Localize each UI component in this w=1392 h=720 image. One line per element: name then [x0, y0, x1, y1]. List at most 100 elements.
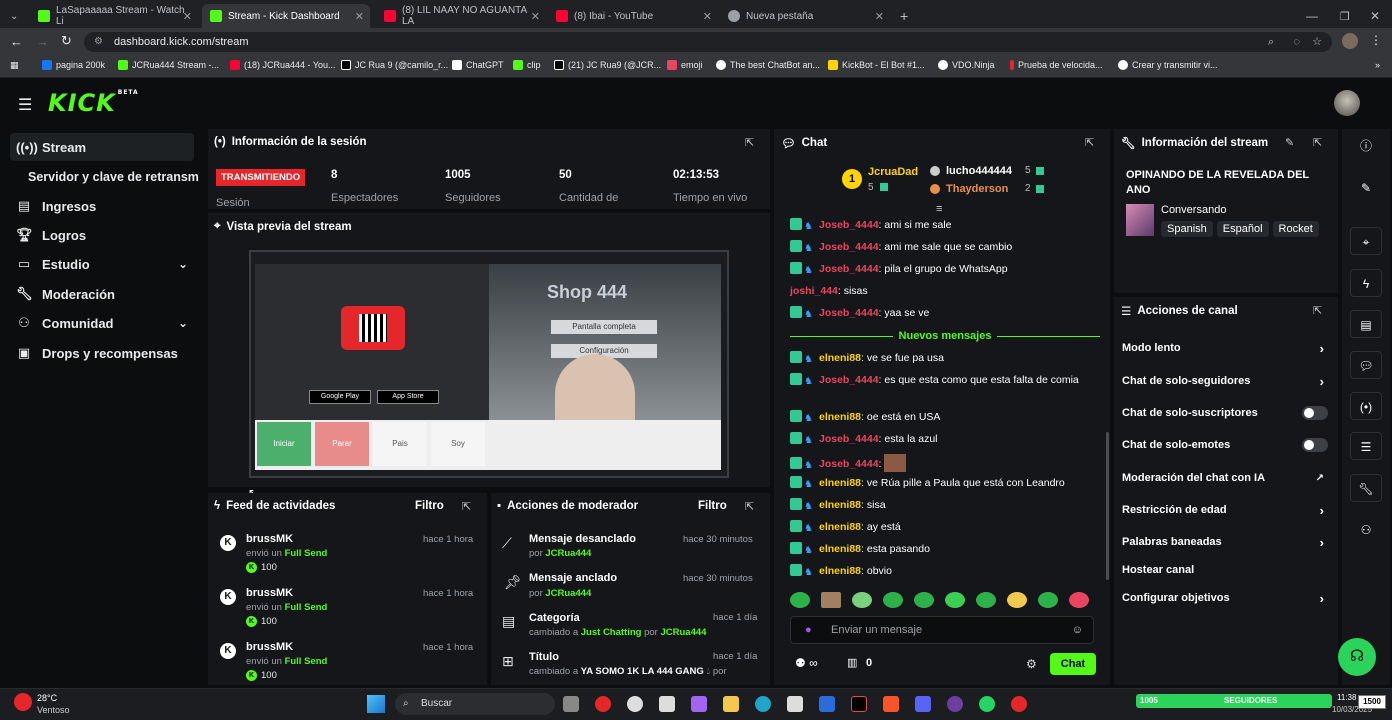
windows-start-icon[interactable] — [367, 695, 385, 713]
users-rail-icon[interactable]: ⚇ — [1350, 516, 1382, 544]
emote-icon[interactable] — [883, 592, 903, 608]
address-bar[interactable]: ⚙ dashboard.kick.com/stream ⌕ ◌ ☆ — [84, 32, 1332, 52]
feed-user[interactable]: brussMK — [246, 533, 293, 545]
browser-tab-4[interactable]: (8) Ibai - YouTube ✕ — [548, 4, 718, 28]
chat-username[interactable]: elneni88 — [819, 477, 861, 489]
leader-name[interactable]: Thayderson — [946, 183, 1008, 195]
expand-icon[interactable]: ⇱ — [1085, 136, 1094, 149]
action-slow-mode[interactable]: Modo lento › — [1122, 338, 1330, 358]
mod-user[interactable]: JCRua444 — [660, 627, 706, 638]
emote-icon[interactable] — [1007, 592, 1027, 608]
tiktok-icon[interactable] — [851, 696, 867, 712]
expand-icon[interactable]: ⇱ — [745, 500, 754, 513]
action-age-restriction[interactable]: Restricción de edad › — [1122, 500, 1330, 520]
bookmark-3[interactable]: (18) JCRua444 - You... — [230, 60, 336, 70]
app-icon[interactable] — [659, 696, 675, 712]
chat-username[interactable]: Joseb_4444 — [819, 433, 879, 445]
bookmark-star-icon[interactable]: ☆ — [1312, 32, 1322, 52]
sidebar-item-server-key[interactable]: Servidor y clave de retransm — [22, 163, 206, 191]
chat-username[interactable]: elneni88 — [819, 565, 861, 577]
chat-username[interactable]: Joseb_4444 — [819, 241, 879, 253]
back-icon[interactable]: ← — [10, 34, 23, 49]
chrome-icon[interactable] — [595, 696, 611, 712]
app-icon[interactable] — [819, 696, 835, 712]
chat-settings-gear-icon[interactable]: ⚙ — [1026, 657, 1037, 671]
stream-preview-video[interactable]: Google Play App Store Shop 444 Pantalla … — [249, 250, 729, 478]
sidebar-item-ingresos[interactable]: ▤ Ingresos — [10, 192, 194, 220]
emote-icon[interactable] — [821, 592, 841, 608]
browser-menu-icon[interactable]: ⋮ — [1370, 33, 1382, 47]
bookmark-4[interactable]: JC Rua 9 (@camilo_r... — [341, 60, 448, 70]
lightning-rail-icon[interactable]: ϟ — [1350, 269, 1382, 297]
category-name[interactable]: Conversando — [1161, 204, 1226, 216]
emote-icon[interactable] — [852, 592, 872, 608]
chat-username[interactable]: elneni88 — [819, 499, 861, 511]
subscribers-only-toggle[interactable] — [1302, 406, 1328, 420]
user-avatar[interactable] — [1334, 90, 1360, 116]
bookmark-9[interactable]: The best ChatBot an... — [716, 60, 820, 70]
minimize-icon[interactable]: — — [1298, 4, 1326, 28]
weather-temp[interactable]: 28°C — [37, 693, 57, 703]
site-info-icon[interactable]: ⚙ — [94, 32, 103, 52]
reload-icon[interactable]: ↻ — [61, 33, 72, 49]
feed-user[interactable]: brussMK — [246, 641, 293, 653]
discord-icon[interactable] — [915, 696, 931, 712]
maximize-icon[interactable]: ❐ — [1332, 4, 1358, 28]
bookmark-2[interactable]: JCRua444 Stream -... — [118, 60, 219, 70]
sidebar-item-drops[interactable]: ▣ Drops y recompensas — [10, 339, 194, 367]
actions-rail-icon[interactable]: ☰ — [1350, 432, 1382, 460]
brave-icon[interactable] — [883, 696, 899, 712]
emotes-only-toggle[interactable] — [1302, 438, 1328, 452]
sidebar-item-comunidad[interactable]: ⚇ Comunidad ⌄ — [10, 309, 194, 337]
copilot-icon[interactable] — [691, 696, 707, 712]
bookmark-10[interactable]: KickBot - El Bot #1... — [828, 60, 925, 70]
emote-icon[interactable] — [1038, 592, 1058, 608]
chat-username[interactable]: joshi_444 — [790, 285, 838, 297]
mod-user[interactable]: JCRua444 — [545, 588, 591, 599]
browser-tab-3[interactable]: (8) LIL NAAY NO AGUANTA LA ✕ — [376, 4, 546, 28]
chat-username[interactable]: Joseb_4444 — [819, 307, 879, 319]
edge-icon[interactable] — [755, 696, 771, 712]
broadcast-rail-icon[interactable]: (•) — [1350, 392, 1382, 420]
chrome-icon[interactable] — [1011, 696, 1027, 712]
close-tab-icon[interactable]: ✕ — [355, 10, 364, 23]
edit-pencil-icon[interactable]: ✎ — [1350, 174, 1382, 202]
taskbar-search[interactable]: ⌕ Buscar — [395, 693, 555, 715]
action-ai-moderation[interactable]: Moderación del chat con IA ↗ — [1122, 468, 1330, 488]
kick-logo[interactable]: KICK BETA — [48, 89, 139, 117]
chat-username[interactable]: elneni88 — [819, 543, 861, 555]
edit-pencil-icon[interactable]: ✎ — [1285, 136, 1294, 149]
bookmark-7[interactable]: (21) JC Rua9 (@JCR... — [554, 60, 661, 70]
eye-off-icon[interactable]: ◌ — [1293, 32, 1300, 52]
feed-user[interactable]: brussMK — [246, 587, 293, 599]
action-banned-words[interactable]: Palabras baneadas › — [1122, 532, 1330, 552]
wrench-rail-icon[interactable]: 🔧︎ — [1350, 474, 1382, 502]
close-tab-icon[interactable]: ✕ — [531, 10, 540, 23]
preview-rail-icon[interactable]: ⌖ — [1350, 227, 1382, 255]
collapse-leaders-icon[interactable]: ≡ — [936, 203, 942, 215]
close-tab-icon[interactable]: ✕ — [703, 10, 712, 23]
sidebar-item-logros[interactable]: 🏆︎ Logros — [10, 221, 194, 249]
zoom-icon[interactable]: ⌕ — [1268, 32, 1274, 52]
expand-icon[interactable]: ⇱ — [1313, 136, 1322, 149]
tab-list-chevron-icon[interactable]: ⌄ — [2, 4, 24, 28]
emote-icon[interactable] — [1069, 592, 1089, 608]
hamburger-menu-icon[interactable]: ☰ — [18, 95, 32, 115]
store-icon[interactable]: ▥ — [847, 656, 857, 669]
expand-icon[interactable]: ⇱ — [745, 136, 754, 149]
browser-tab-5[interactable]: Nueva pestaña ✕ — [720, 4, 890, 28]
mod-filter-button[interactable]: Filtro — [698, 500, 727, 512]
action-configure-goals[interactable]: Configurar objetivos › — [1122, 588, 1330, 608]
users-points-icon[interactable]: ⚉ ∞ — [795, 656, 818, 670]
bookmark-11[interactable]: VDO.Ninja — [938, 60, 995, 70]
browser-tab-2[interactable]: Stream - Kick Dashboard ✕ — [202, 4, 370, 28]
file-explorer-icon[interactable] — [723, 696, 739, 712]
chat-username[interactable]: elneni88 — [819, 521, 861, 533]
tag[interactable]: Español — [1216, 221, 1269, 237]
bookmark-13[interactable]: Crear y transmitir vi... — [1118, 60, 1218, 70]
close-tab-icon[interactable]: ✕ — [183, 10, 192, 23]
emote-icon[interactable] — [976, 592, 996, 608]
close-tab-icon[interactable]: ✕ — [875, 10, 884, 23]
obs-icon[interactable] — [627, 696, 643, 712]
sidebar-item-moderacion[interactable]: 🔧︎ Moderación — [10, 280, 194, 308]
